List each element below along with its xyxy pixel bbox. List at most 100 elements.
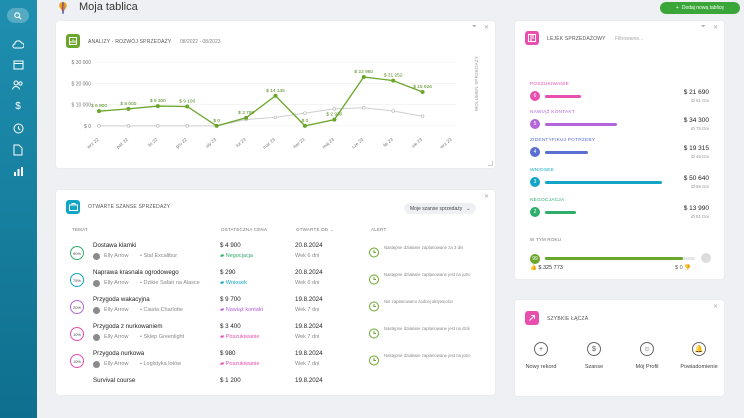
avatar [93,253,100,260]
data-label: $ 3 785 [238,110,254,116]
opportunity-owner: Elly Arrow [104,361,129,367]
data-point-primary [361,74,366,79]
thumb-up-icon: 👍 [530,265,537,271]
app-logo-icon [59,1,67,15]
page-title: Moja tablica [79,1,138,13]
funnel-won-count: 99 [530,254,540,264]
opportunity-name[interactable]: Przygoda z nurkowaniem [93,323,162,330]
filter-icon[interactable]: ⏷ [701,24,706,31]
avatar [93,307,100,314]
arrow-up-right-icon [525,311,539,325]
search-icon [14,11,22,20]
opportunities-filter-dropdown[interactable]: Moje szanse sprzedaży ⌄ [404,203,477,214]
funnel-year-label: W TYM ROKU [530,237,562,242]
search-button[interactable] [7,8,29,23]
quick-link-profile[interactable]: ☺ Mój Profil [617,342,677,370]
data-point-primary [273,93,278,98]
opportunity-alert: Następne działanie zaplanowane jest na j… [384,353,471,358]
funnel-stage-bar[interactable] [545,95,581,98]
opportunities-title: OTWARTE SZANSE SPRZEDAŻY [88,204,171,210]
table-row[interactable]: 20% Przygoda wakacyjna Elly Arrow • Cias… [70,296,495,324]
close-icon[interactable]: ✕ [713,303,718,310]
opportunity-date: 19.8.2024 [295,296,323,303]
funnel-stage-value: $ 50 640 [683,175,709,182]
data-point-secondary [273,115,278,120]
won-bar-track [545,257,695,260]
funnel-stage-number: 3 [530,177,540,187]
opportunity-price: $ 3 400 [220,323,241,330]
table-row[interactable]: 90% Dostawa klamki Elly Arrow • Stal Exc… [70,242,495,270]
col-header-price[interactable]: OSTATECZNA CENA [221,227,267,232]
funnel-stage-number: 4 [530,147,540,157]
quick-link-new-record[interactable]: + Nowy rekord [511,342,571,370]
table-row[interactable]: 75% Naprawa krasnala ogrodowego Elly Arr… [70,269,495,297]
data-point-secondary [185,124,189,128]
y-tick-label: $ 10 000 [72,103,92,109]
resize-handle[interactable] [488,161,493,166]
opportunity-company: • Dzikie Safari na Alasce [140,280,200,286]
x-tick-label: gru 22 [175,137,189,149]
col-header-opened[interactable]: OTWARTE OD ⌄ [296,227,334,233]
close-icon[interactable]: ✕ [713,24,718,31]
quick-link-notifications[interactable]: 🔔 Powiadomienie [669,342,729,370]
add-board-button[interactable]: + Dodaj nową tablicę [660,2,740,14]
quick-link-opportunities[interactable]: $ Szanse [564,342,624,370]
series-line-secondary [99,107,423,127]
close-icon[interactable]: ✕ [484,193,489,200]
document-icon[interactable] [11,143,25,157]
data-label: $ 21 252 [384,73,403,79]
opportunity-alert: Następne działanie zaplanowane jest na d… [384,326,470,331]
x-tick-label: sty 23 [205,137,218,149]
funnel-stage-bar[interactable] [545,211,576,214]
data-label: $ 0 [302,118,309,124]
col-header-alert[interactable]: ALERT [371,227,386,232]
avatar [93,334,100,341]
calendar-icon[interactable] [11,57,25,71]
probability-ring: 90% [70,246,84,260]
close-icon[interactable]: ✕ [484,24,489,31]
data-label: $ 9 300 [150,98,166,104]
bar-chart-icon[interactable] [11,164,25,178]
x-tick-label: paź 22 [115,137,129,150]
dollar-icon[interactable]: $ [11,99,25,113]
x-tick-label: sie 23 [411,137,424,149]
funnel-filter-input[interactable]: Filtrowanie... [615,36,643,42]
funnel-stage-value: $ 13 990 [683,205,709,212]
cloud-icon[interactable] [11,37,25,51]
users-icon[interactable] [11,78,25,92]
won-bar [545,257,683,260]
table-row[interactable]: Survival course $ 1 200 19.8.2024 [70,377,495,395]
funnel-stage-bar[interactable] [545,123,617,126]
opportunity-age: Wek 6 dni [295,280,320,286]
analytics-card: ANALIZY - ROZWÓJ SPRZEDAŻY 08/2022 - 08/… [56,21,495,168]
probability-ring: 10% [70,327,84,341]
opportunity-name[interactable]: Dostawa klamki [93,242,136,249]
data-point-secondary [420,114,425,119]
opportunity-alert: Nie zaplanowano żadnej aktywności [384,299,454,304]
col-header-topic[interactable]: TEMAT [72,227,88,232]
funnel-stage-bar[interactable] [545,181,662,184]
table-row[interactable]: 10% Przygoda z nurkowaniem Elly Arrow • … [70,323,495,351]
opportunity-date: 20.8.2024 [295,242,323,249]
probability-ring: 10% [70,354,84,368]
opportunity-name[interactable]: Naprawa krasnala ogrodowego [93,269,179,276]
filter-icon[interactable]: ⏷ [472,24,477,31]
funnel-stage-value: $ 21 690 [683,89,709,96]
data-point-secondary [362,106,366,110]
funnel-stage-days: Ø 46 Dni [691,154,709,159]
data-point-primary [155,104,160,109]
funnel-stage-value: $ 19 315 [683,145,709,152]
quick-links-title: SZYBKIE ŁĄCZA [547,316,589,322]
opportunity-name[interactable]: Przygoda wakacyjna [93,296,150,303]
y-tick-label: $ 30 000 [72,60,92,66]
table-row[interactable]: 10% Przygoda nurkowa Elly Arrow • Logist… [70,350,495,378]
sales-line-chart: $ 30 000 $ 20 000 $ 10 000 $ 0 wrz 22 paź 22 l… [72,60,456,150]
data-point-secondary [126,124,131,128]
opportunity-name[interactable]: Przygoda nurkowa [93,350,144,357]
briefcase-icon [66,200,80,214]
clock-icon[interactable] [11,121,25,135]
opportunity-price: $ 1 200 [220,377,241,384]
probability-ring: 75% [70,273,84,287]
opportunity-name[interactable]: Survival course [93,377,135,384]
funnel-stage-bar[interactable] [545,151,588,154]
